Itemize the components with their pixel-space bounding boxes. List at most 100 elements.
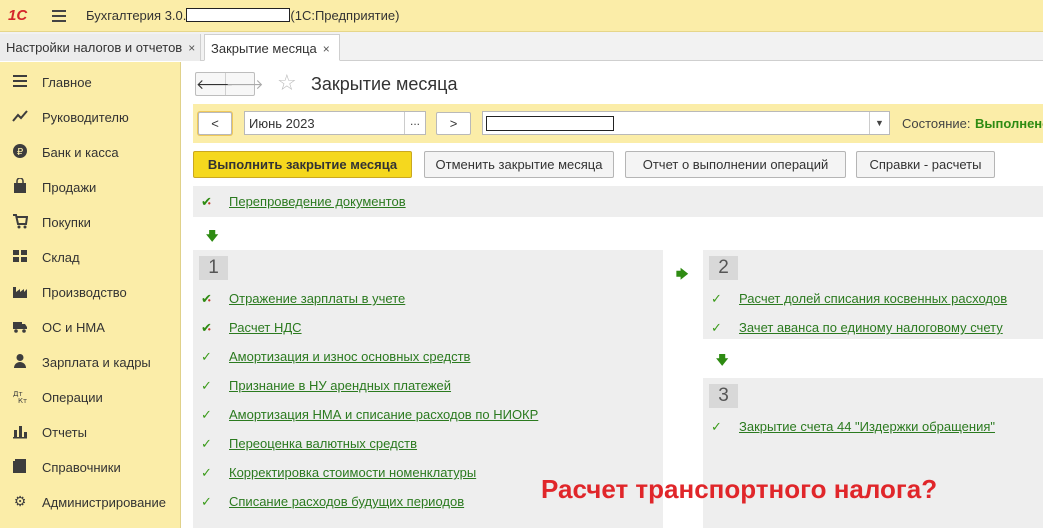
sidebar-item-label: Администрирование [42,495,166,510]
operation-link[interactable]: Закрытие счета 44 "Издержки обращения" [739,419,995,434]
operation-row: ✔• Отражение зарплаты в учете [193,289,663,309]
operation-row: ✓ Расчет долей списания косвенных расход… [703,289,1043,309]
sidebar-item-assets[interactable]: ОС и НМА [0,309,181,344]
sidebar-item-bank[interactable]: ₽ Банк и касса [0,134,181,169]
sidebar-item-label: Главное [42,75,92,90]
operation-row: ✓ Закрытие счета 44 "Издержки обращения" [703,417,1043,437]
state-label: Состояние: [902,116,971,131]
sidebar-item-main[interactable]: Главное [0,64,181,99]
step-number: 1 [199,256,228,280]
truck-icon [12,318,28,334]
prev-period-button[interactable]: < [198,112,232,135]
page-title: Закрытие месяца [311,74,458,94]
title-bar: 1С Бухгалтерия 3.0. (1С:Предприятие) [0,0,1043,32]
choose-period-button[interactable]: ... [404,112,425,134]
tab-tax-settings[interactable]: Настройки налогов и отчетов × [0,34,201,61]
sidebar-item-label: Отчеты [42,425,87,440]
operation-link[interactable]: Зачет аванса по единому налоговому счету [739,320,1003,335]
operation-link[interactable]: Отражение зарплаты в учете [229,291,405,306]
operation-link[interactable]: Признание в НУ арендных платежей [229,378,451,393]
period-field[interactable]: Июнь 2023 ... [244,111,426,135]
close-icon[interactable]: × [188,41,195,55]
svg-text:₽: ₽ [17,147,24,158]
run-month-close-button[interactable]: Выполнить закрытие месяца [193,151,412,178]
arrow-down-icon: 🡇 [716,353,729,367]
operation-link[interactable]: Расчет долей списания косвенных расходов [739,291,1007,306]
operation-link[interactable]: Амортизация и износ основных средств [229,349,470,364]
step-number: 2 [709,256,738,280]
favorite-star-icon[interactable]: ☆ [277,71,297,95]
app-logo[interactable]: 1С [8,7,27,24]
sidebar: Главное Руководителю ₽ Банк и касса Прод… [0,62,181,528]
sidebar-item-operations[interactable]: Дт Кт Операции [0,379,181,414]
operation-link[interactable]: Переоценка валютных средств [229,436,417,451]
step-3-block: 3 ✓ Закрытие счета 44 "Издержки обращени… [703,378,1043,528]
bar-chart-icon [12,423,28,439]
period-value: Июнь 2023 [249,116,315,131]
sidebar-item-admin[interactable]: ⚙ Администрирование [0,484,181,519]
transport-tax-question: Расчет транспортного налога? [541,474,938,504]
svg-text:Кт: Кт [18,397,27,404]
sidebar-item-label: Руководителю [42,110,129,125]
reference-calculations-button[interactable]: Справки - расчеты [856,151,995,178]
tab-month-close[interactable]: Закрытие месяца × [204,34,340,61]
redacted-infobase-name [186,8,291,22]
check-icon: ✓ [201,378,212,393]
period-bar: < Июнь 2023 ... > ▼ Состояние: Выполнено [193,104,1043,143]
sidebar-item-purchases[interactable]: Покупки [0,204,181,239]
ruble-icon: ₽ [12,143,28,159]
operation-row: ✔• Расчет НДС [193,318,663,338]
sidebar-item-warehouse[interactable]: Склад [0,239,181,274]
operation-row: ✓ Амортизация НМА и списание расходов по… [193,405,663,425]
arrow-right-icon: 🡆 [676,267,689,281]
sidebar-item-manager[interactable]: Руководителю [0,99,181,134]
app-title: Бухгалтерия 3.0. (1С:Предприятие) [86,8,399,23]
sidebar-item-label: Операции [42,390,103,405]
close-icon[interactable]: × [323,42,330,56]
sidebar-item-label: Зарплата и кадры [42,355,151,370]
dt-kt-icon: Дт Кт [12,388,28,405]
operations-report-button[interactable]: Отчет о выполнении операций [625,151,846,178]
check-icon: ✓ [201,407,212,422]
check-icon: ✓ [711,291,722,306]
operation-link[interactable]: Расчет НДС [229,320,302,335]
repost-documents-link[interactable]: Перепроведение документов [229,194,406,209]
app-title-suffix: (1С:Предприятие) [290,8,400,23]
next-period-button[interactable]: > [436,112,471,135]
sidebar-item-catalogs[interactable]: Справочники [0,449,181,484]
warehouse-icon [12,248,28,264]
operation-link[interactable]: Корректировка стоимости номенклатуры [229,465,476,480]
check-icon: ✓ [711,419,722,434]
factory-icon [12,283,28,299]
repost-documents-row: ✔• Перепроведение документов [193,186,1043,217]
gear-icon: ⚙ [13,493,27,509]
forward-arrow-icon[interactable]: 🡒 [226,73,264,95]
step-number: 3 [709,384,738,408]
menu-lines-icon [12,73,28,89]
back-arrow-icon[interactable]: 🡐 [196,73,234,95]
person-icon [12,353,28,369]
main-menu-icon[interactable] [52,10,66,22]
book-icon [12,458,28,474]
main-content: 🡐 🡒 ☆ Закрытие месяца < Июнь 2023 ... > … [182,62,1043,528]
sidebar-item-production[interactable]: Производство [0,274,181,309]
tab-bar: Настройки налогов и отчетов × Закрытие ме… [0,32,1043,61]
sidebar-item-label: Покупки [42,215,91,230]
check-icon: ✓ [201,494,212,509]
sidebar-item-sales[interactable]: Продажи [0,169,181,204]
sidebar-item-label: Продажи [42,180,97,195]
tab-label: Настройки налогов и отчетов [6,40,183,55]
sidebar-item-label: Склад [42,250,80,265]
operation-row: ✓ Признание в НУ арендных платежей [193,376,663,396]
dropdown-icon[interactable]: ▼ [869,112,889,134]
sidebar-item-salary[interactable]: Зарплата и кадры [0,344,181,379]
operation-link[interactable]: Списание расходов будущих периодов [229,494,464,509]
arrow-down-icon: 🡇 [206,229,219,243]
sidebar-item-label: ОС и НМА [42,320,105,335]
sidebar-item-reports[interactable]: Отчеты [0,414,181,449]
state-value: Выполнено [975,116,1043,131]
cancel-month-close-button[interactable]: Отменить закрытие месяца [424,151,614,178]
operation-link[interactable]: Амортизация НМА и списание расходов по Н… [229,407,538,422]
organization-field[interactable]: ▼ [482,111,890,135]
check-icon: ✓ [201,349,212,364]
